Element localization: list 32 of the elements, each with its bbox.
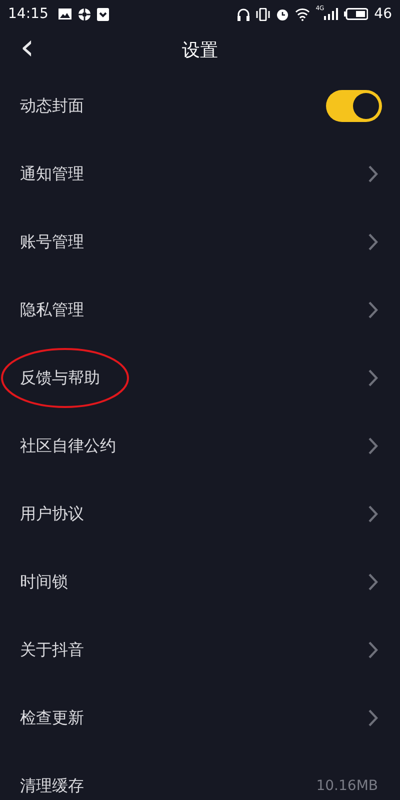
- chevron-right-icon[interactable]: [368, 369, 378, 387]
- chevron-right-icon[interactable]: [368, 233, 378, 251]
- chevron-right-icon[interactable]: [368, 573, 378, 591]
- setting-label[interactable]: 清理缓存: [20, 776, 84, 796]
- toggle-switch[interactable]: [326, 90, 382, 122]
- status-time: 14:15: [8, 6, 48, 22]
- signal-icon: [324, 8, 338, 20]
- chevron-right-icon[interactable]: [368, 165, 378, 183]
- battery-icon: [344, 8, 368, 20]
- setting-label[interactable]: 社区自律公约: [20, 436, 116, 456]
- chevron-right-icon[interactable]: [368, 301, 378, 319]
- alarm-icon: [276, 8, 289, 20]
- setting-label[interactable]: 隐私管理: [20, 300, 84, 320]
- wifi-icon: [294, 8, 310, 20]
- setting-label[interactable]: 检查更新: [20, 708, 84, 728]
- vibrate-icon: [256, 8, 270, 20]
- setting-label[interactable]: 账号管理: [20, 232, 84, 252]
- setting-label[interactable]: 用户协议: [20, 504, 84, 524]
- chevron-right-icon[interactable]: [368, 505, 378, 523]
- setting-label[interactable]: 通知管理: [20, 164, 84, 184]
- chevron-right-icon[interactable]: [368, 709, 378, 727]
- cache-size: 10.16MB: [316, 778, 378, 794]
- chevron-right-icon[interactable]: [368, 641, 378, 659]
- back-button[interactable]: ‹: [14, 32, 40, 64]
- battery-level: 46: [374, 6, 392, 22]
- headphones-icon: [236, 8, 250, 20]
- setting-label[interactable]: 关于抖音: [20, 640, 84, 660]
- setting-label[interactable]: 动态封面: [20, 96, 84, 116]
- page-title: 设置: [182, 39, 218, 62]
- image-icon: [58, 8, 72, 20]
- setting-label[interactable]: 时间锁: [20, 572, 68, 592]
- chevron-right-icon[interactable]: [368, 437, 378, 455]
